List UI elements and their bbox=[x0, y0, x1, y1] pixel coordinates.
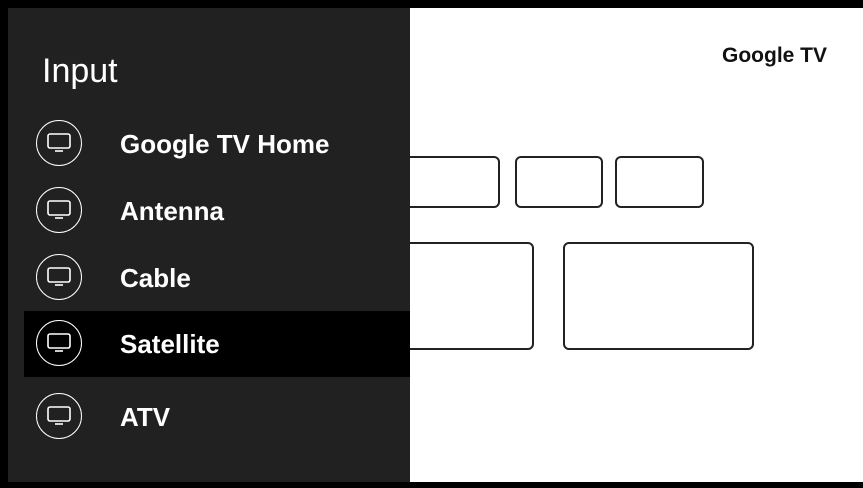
tv-icon bbox=[36, 254, 82, 300]
input-item-label: Cable bbox=[120, 262, 191, 293]
input-item-google-tv-home[interactable]: Google TV Home bbox=[24, 111, 410, 177]
input-item-label: Google TV Home bbox=[120, 128, 330, 159]
input-item-satellite[interactable]: Satellite bbox=[24, 311, 410, 377]
input-panel: Input Google TV Home Antenna Cable Satel… bbox=[8, 8, 410, 482]
input-item-label: Antenna bbox=[120, 195, 224, 226]
content-tile-large bbox=[398, 242, 534, 350]
tv-screen-preview: Google TV bbox=[398, 8, 863, 482]
content-tile bbox=[515, 156, 603, 208]
tv-icon bbox=[36, 393, 82, 439]
content-tile-large bbox=[563, 242, 754, 350]
tv-icon bbox=[36, 320, 82, 366]
input-item-atv[interactable]: ATV bbox=[24, 384, 410, 450]
input-item-label: Satellite bbox=[120, 328, 220, 359]
tv-icon bbox=[36, 120, 82, 166]
input-item-label: ATV bbox=[120, 401, 171, 432]
google-tv-brand: Google TV bbox=[722, 44, 827, 67]
panel-title: Input bbox=[42, 52, 118, 90]
content-tile bbox=[615, 156, 704, 208]
input-item-cable[interactable]: Cable bbox=[24, 245, 410, 311]
tv-icon bbox=[36, 187, 82, 233]
content-tile bbox=[404, 156, 500, 208]
input-item-antenna[interactable]: Antenna bbox=[24, 178, 410, 244]
